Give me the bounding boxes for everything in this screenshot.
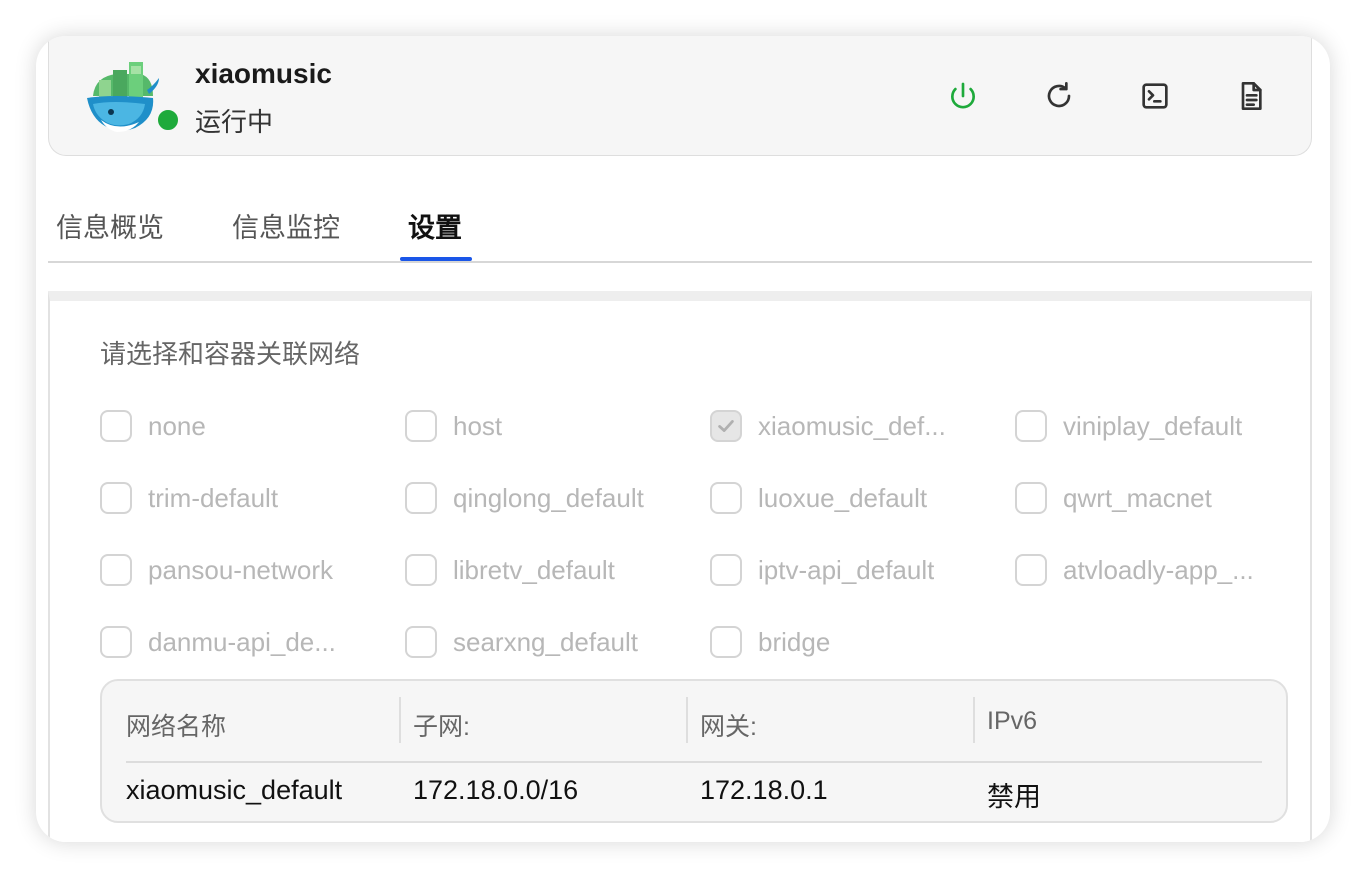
column-header-subnet: 子网: — [413, 713, 470, 741]
network-option-label: trim-default — [148, 482, 279, 513]
document-icon — [1241, 82, 1262, 110]
checkbox[interactable] — [710, 554, 742, 586]
network-option-pansou-network[interactable]: pansou-network — [100, 550, 380, 590]
network-option-label: pansou-network — [148, 554, 333, 585]
cell-subnet: 172.18.0.0/16 — [413, 775, 579, 805]
terminal-button[interactable] — [1135, 76, 1175, 116]
column-divider — [686, 697, 688, 743]
checkbox[interactable] — [1015, 482, 1047, 514]
power-icon — [951, 82, 975, 109]
network-option-qwrt-macnet[interactable]: qwrt_macnet — [1015, 478, 1295, 518]
tab-monitoring[interactable]: 信息监控 — [232, 206, 340, 245]
network-option-label: danmu-api_de... — [148, 626, 336, 657]
network-option-luoxue-default[interactable]: luoxue_default — [710, 478, 990, 518]
checkbox[interactable] — [405, 554, 437, 586]
network-info-table: 网络名称 子网: 网关: IPv6 xiaomusic_default 172.… — [100, 679, 1288, 823]
network-option-trim-default[interactable]: trim-default — [100, 478, 380, 518]
app-name: xiaomusic — [195, 58, 332, 89]
network-option-label: atvloadly-app_... — [1063, 554, 1254, 585]
network-option-label: host — [453, 410, 503, 441]
network-option-label: xiaomusic_def... — [758, 410, 946, 441]
network-option-danmu-api[interactable]: danmu-api_de... — [100, 622, 380, 662]
column-header-ipv6: IPv6 — [987, 707, 1038, 735]
column-header-gateway: 网关: — [700, 713, 757, 741]
tab-overview[interactable]: 信息概览 — [56, 206, 164, 245]
header-divider — [126, 761, 1262, 763]
network-option-label: bridge — [758, 626, 831, 657]
column-divider — [399, 697, 401, 743]
cell-ipv6: 禁用 — [987, 782, 1041, 812]
network-option-label: luoxue_default — [758, 482, 928, 513]
column-header-network-name: 网络名称 — [126, 713, 227, 741]
running-status-dot — [155, 107, 181, 133]
refresh-icon — [1047, 82, 1071, 108]
active-tab-indicator — [400, 257, 472, 261]
checkbox[interactable] — [710, 482, 742, 514]
checkbox[interactable] — [1015, 410, 1047, 442]
container-detail-window: xiaomusic 运行中 信息概览 信息监控 设置 请选择和容器关联网络 no… — [36, 36, 1330, 842]
power-button[interactable] — [943, 76, 983, 116]
tab-settings[interactable]: 设置 — [408, 206, 462, 245]
network-section-title: 请选择和容器关联网络 — [100, 340, 361, 370]
checkmark-icon — [718, 420, 734, 432]
xiaomusic-logo-icon — [87, 62, 159, 132]
terminal-icon — [1142, 83, 1168, 109]
network-option-xiaomusic-default[interactable]: xiaomusic_def... — [710, 406, 990, 446]
column-divider — [973, 697, 975, 743]
network-option-libretv-default[interactable]: libretv_default — [405, 550, 685, 590]
restart-button[interactable] — [1039, 76, 1079, 116]
app-status: 运行中 — [195, 108, 274, 138]
network-option-qinglong-default[interactable]: qinglong_default — [405, 478, 685, 518]
network-option-label: searxng_default — [453, 626, 639, 657]
checkbox[interactable] — [405, 482, 437, 514]
checkbox[interactable] — [710, 626, 742, 658]
network-option-bridge[interactable]: bridge — [710, 622, 990, 662]
network-option-viniplay-default[interactable]: viniplay_default — [1015, 406, 1295, 446]
checkbox[interactable] — [100, 482, 132, 514]
network-option-label: qinglong_default — [453, 482, 644, 513]
network-option-label: none — [148, 410, 206, 441]
network-option-label: libretv_default — [453, 554, 615, 585]
checkbox[interactable] — [100, 554, 132, 586]
network-option-searxng-default[interactable]: searxng_default — [405, 622, 685, 662]
checkbox[interactable] — [405, 410, 437, 442]
checkbox[interactable] — [100, 626, 132, 658]
app-header-card: xiaomusic 运行中 — [48, 36, 1312, 156]
logs-button[interactable] — [1231, 76, 1271, 116]
network-option-label: iptv-api_default — [758, 554, 935, 585]
settings-panel: 请选择和容器关联网络 none host xiaomusic_def... vi… — [48, 291, 1312, 842]
checkbox[interactable] — [1015, 554, 1047, 586]
checkbox[interactable] — [405, 626, 437, 658]
checkbox-checked[interactable] — [710, 410, 742, 442]
network-option-label: viniplay_default — [1063, 410, 1243, 441]
tab-bar: 信息概览 信息监控 设置 — [48, 196, 1312, 263]
network-option-host[interactable]: host — [405, 406, 685, 446]
network-option-atvloadly-app[interactable]: atvloadly-app_... — [1015, 550, 1295, 590]
cell-gateway: 172.18.0.1 — [700, 775, 828, 805]
network-option-none[interactable]: none — [100, 406, 380, 446]
checkbox[interactable] — [100, 410, 132, 442]
cell-network-name: xiaomusic_default — [126, 775, 343, 805]
network-option-label: qwrt_macnet — [1063, 482, 1212, 513]
network-option-iptv-api-default[interactable]: iptv-api_default — [710, 550, 990, 590]
